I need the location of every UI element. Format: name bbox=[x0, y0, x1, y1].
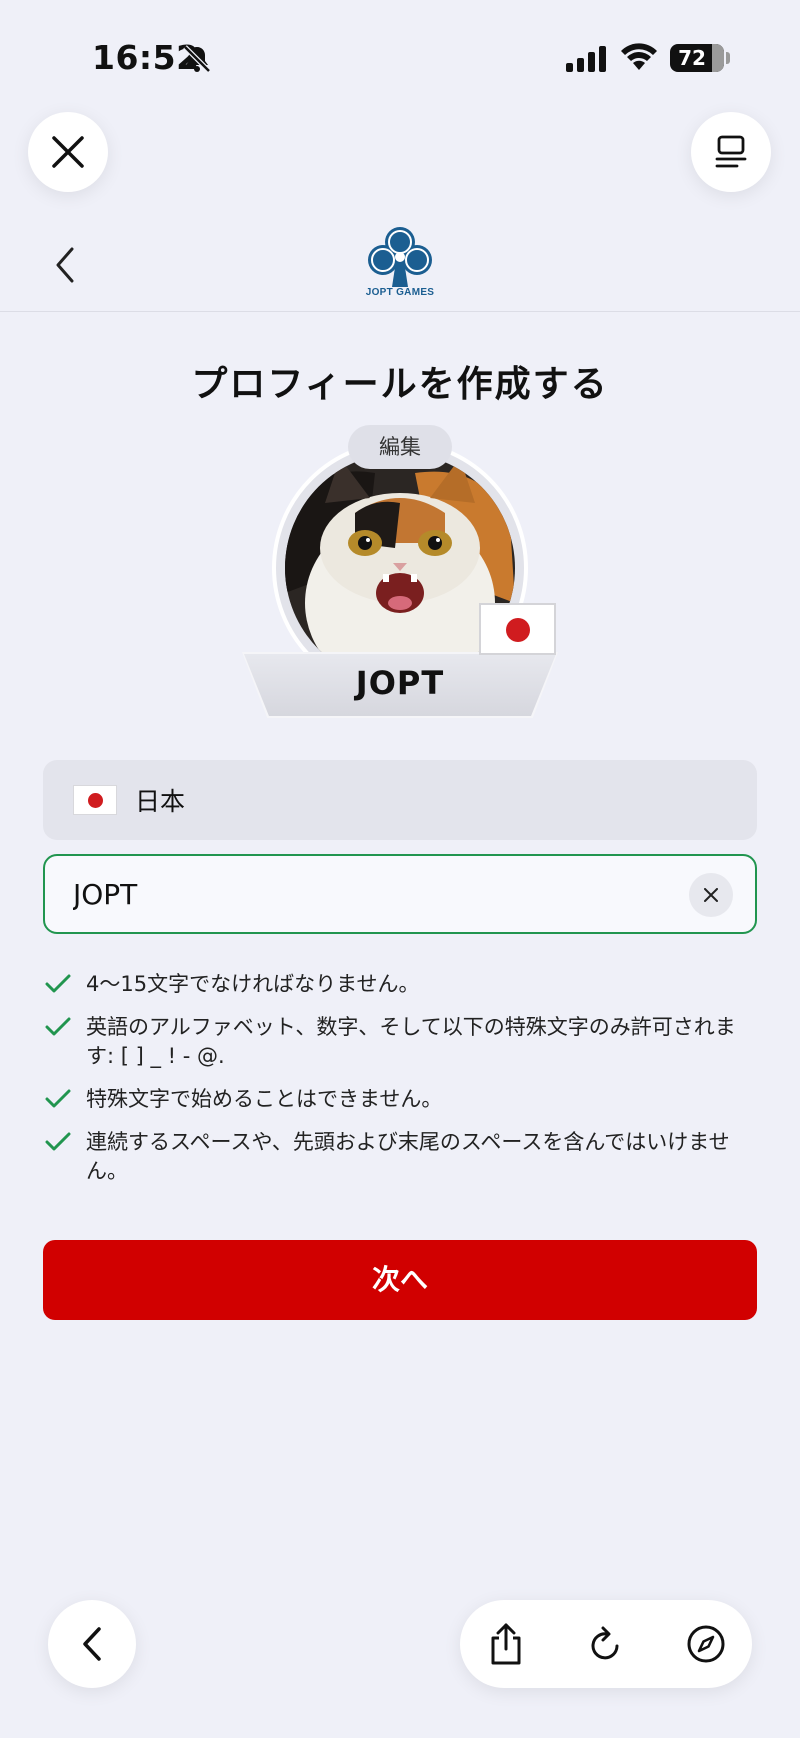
next-button[interactable]: 次へ bbox=[43, 1240, 757, 1320]
check-icon bbox=[45, 1132, 71, 1151]
edit-avatar-button[interactable]: 編集 bbox=[348, 425, 452, 469]
flag-sun bbox=[88, 793, 103, 808]
rule-item: 4〜15文字でなければなりません。 bbox=[43, 970, 757, 999]
rule-item: 特殊文字で始めることはできません。 bbox=[43, 1085, 757, 1114]
name-field[interactable] bbox=[43, 854, 757, 934]
app-header: JOPT GAMES bbox=[0, 205, 800, 312]
close-icon bbox=[52, 136, 84, 168]
country-name: 日本 bbox=[135, 787, 186, 816]
rule-text: 連続するスペースや、先頭および末尾のスペースを含んではいけません。 bbox=[86, 1130, 730, 1183]
battery-level: 72 bbox=[678, 46, 706, 70]
rule-text: 英語のアルファベット、数字、そして以下の特殊文字のみ許可されます: [ ] _ … bbox=[86, 1015, 736, 1068]
compass-icon bbox=[687, 1625, 725, 1663]
validation-rules: 4〜15文字でなければなりません。 英語のアルファベット、数字、そして以下の特殊… bbox=[43, 970, 757, 1200]
rule-text: 4〜15文字でなければなりません。 bbox=[86, 972, 420, 996]
page-title: プロフィールを作成する bbox=[191, 364, 609, 405]
share-icon bbox=[491, 1623, 521, 1665]
check-icon bbox=[45, 1089, 71, 1108]
back-chevron-icon bbox=[83, 1627, 101, 1661]
menu-button[interactable] bbox=[691, 112, 771, 192]
close-icon bbox=[704, 888, 718, 902]
name-input[interactable] bbox=[73, 872, 633, 916]
back-chevron-icon[interactable] bbox=[52, 245, 78, 285]
country-select[interactable]: 日本 bbox=[43, 760, 757, 840]
player-name: JOPT bbox=[355, 664, 445, 702]
compass-button[interactable] bbox=[682, 1620, 730, 1668]
flag-japan-icon bbox=[479, 603, 556, 655]
tabs-icon bbox=[715, 135, 747, 168]
status-bar: 16:52 72 bbox=[0, 0, 800, 110]
club-logo-icon bbox=[368, 227, 432, 287]
wifi-icon bbox=[621, 43, 657, 70]
check-icon bbox=[45, 974, 71, 993]
clear-input-button[interactable] bbox=[689, 873, 733, 917]
flag-japan-icon bbox=[73, 785, 117, 815]
rule-item: 英語のアルファベット、数字、そして以下の特殊文字のみ許可されます: [ ] _ … bbox=[43, 1013, 757, 1071]
browser-actions bbox=[460, 1600, 752, 1688]
close-button[interactable] bbox=[28, 112, 108, 192]
browser-back-button[interactable] bbox=[48, 1600, 136, 1688]
rule-item: 連続するスペースや、先頭および末尾のスペースを含んではいけません。 bbox=[43, 1128, 757, 1186]
share-button[interactable] bbox=[482, 1620, 530, 1668]
reload-icon bbox=[591, 1626, 619, 1660]
logo-text: JOPT GAMES bbox=[365, 287, 435, 298]
battery-icon: 72 bbox=[670, 44, 724, 72]
battery-nub bbox=[726, 52, 730, 64]
check-icon bbox=[45, 1017, 71, 1036]
rule-text: 特殊文字で始めることはできません。 bbox=[86, 1087, 443, 1111]
flag-sun bbox=[506, 618, 530, 642]
bell-off-icon bbox=[183, 45, 211, 73]
reload-button[interactable] bbox=[582, 1620, 630, 1668]
signal-icon bbox=[566, 46, 606, 72]
